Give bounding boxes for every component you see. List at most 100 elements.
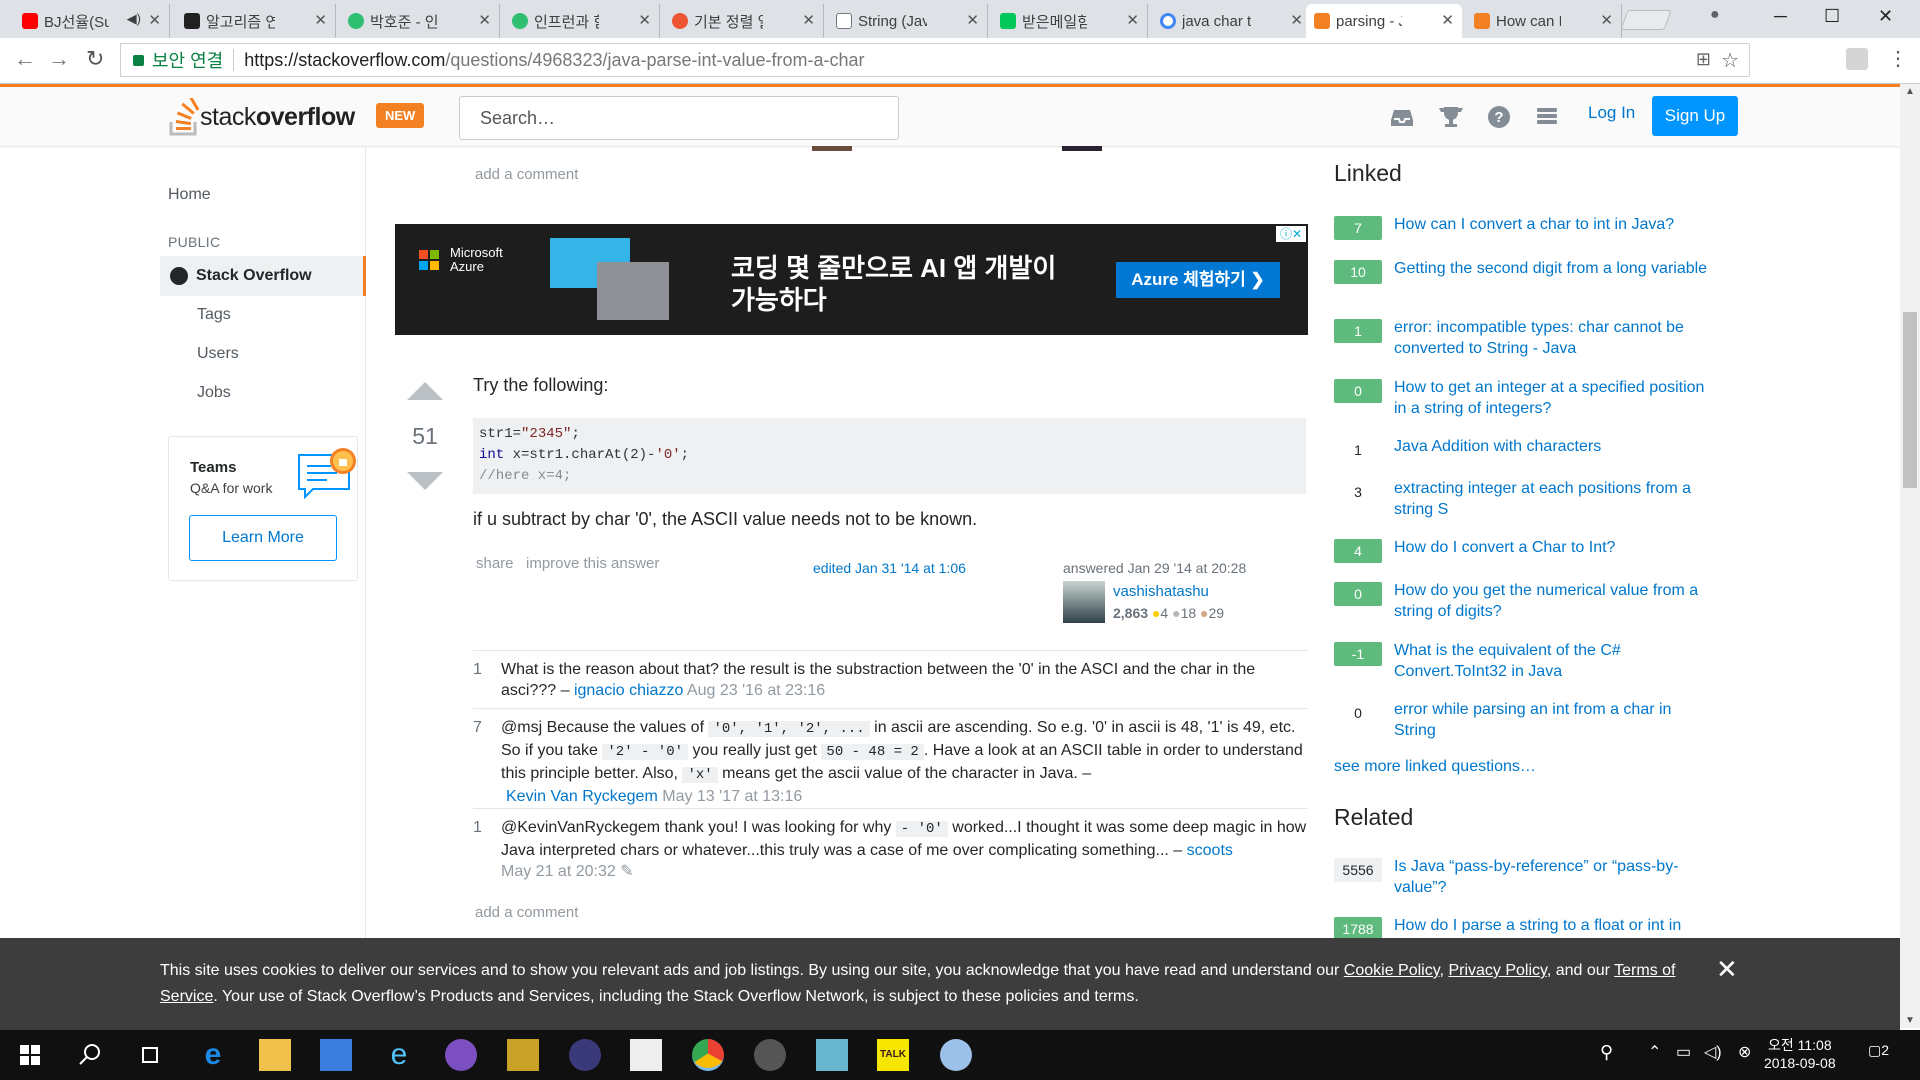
forward-icon[interactable]: → [48, 46, 70, 72]
notification-center[interactable]: ▢2 [1868, 1042, 1889, 1059]
linked-question-title[interactable]: How do I convert a Char to Int? [1394, 537, 1714, 558]
file-explorer-icon[interactable] [259, 1039, 291, 1071]
nav-home[interactable]: Home [168, 186, 211, 204]
adchoices-icon[interactable]: ⓘ✕ [1276, 226, 1306, 242]
linked-question-title[interactable]: extracting integer at each positions fro… [1394, 478, 1714, 520]
related-question-title[interactable]: Is Java “pass-by-reference” or “pass-by-… [1394, 856, 1714, 898]
minimize-button[interactable]: ─ [1774, 6, 1787, 27]
bookmark-star-icon[interactable]: ☆ [1721, 48, 1739, 73]
related-question-title[interactable]: How do I parse a string to a float or in… [1394, 915, 1714, 936]
tab-close-icon[interactable]: ✕ [1290, 11, 1303, 29]
tab-close-icon[interactable]: ✕ [1126, 11, 1139, 29]
comment-user-link[interactable]: Kevin Van Ryckegem [506, 788, 658, 805]
share-link[interactable]: share [476, 555, 514, 572]
nav-users[interactable]: Users [197, 345, 239, 363]
paint-icon[interactable] [940, 1039, 972, 1071]
upvote-button[interactable] [407, 382, 443, 400]
search-input[interactable]: Search… [459, 96, 899, 140]
related-question[interactable]: 5556 Is Java “pass-by-reference” or “pass… [1334, 856, 1714, 898]
linked-question-title[interactable]: What is the equivalent of the C# Convert… [1394, 640, 1714, 682]
see-more-linked-link[interactable]: see more linked questions… [1334, 758, 1536, 776]
comment-user-link[interactable]: ignacio chiazzo [574, 682, 683, 699]
mail-icon[interactable] [630, 1039, 662, 1071]
tab-close-icon[interactable]: ✕ [478, 11, 491, 29]
tab-close-icon[interactable]: ✕ [1600, 11, 1613, 29]
linked-question[interactable]: 0 error while parsing an int from a char … [1334, 699, 1714, 741]
chrome-icon[interactable] [692, 1039, 724, 1071]
browser-tab[interactable]: String (Java✕ [828, 4, 988, 38]
volume-icon[interactable]: ◁) [1704, 1042, 1722, 1062]
task-view-icon[interactable] [134, 1039, 166, 1071]
answer-author-link[interactable]: vashishatashu [1113, 583, 1209, 600]
windows-start-icon[interactable] [14, 1039, 46, 1071]
trophy-icon[interactable] [1437, 103, 1465, 131]
cookie-policy-link[interactable]: Cookie Policy [1344, 962, 1440, 979]
browser-tab[interactable]: java char to✕ [1152, 4, 1312, 38]
linked-question-title[interactable]: How to get an integer at a specified pos… [1394, 377, 1714, 419]
stackoverflow-logo[interactable]: stackoverflow [168, 95, 355, 139]
linked-question[interactable]: 0 How to get an integer at a specified po… [1334, 377, 1714, 419]
linked-question-title[interactable]: How can I convert a char to int in Java? [1394, 214, 1714, 235]
app-icon[interactable] [445, 1039, 477, 1071]
avatar[interactable] [1063, 581, 1105, 623]
maximize-button[interactable]: ☐ [1824, 6, 1840, 27]
inbox-icon[interactable] [1388, 103, 1416, 131]
downvote-button[interactable] [407, 472, 443, 490]
scrollbar-thumb[interactable] [1903, 312, 1917, 488]
browser-tab[interactable]: 알고리즘 연 ✕ [176, 4, 336, 38]
tab-close-icon[interactable]: ✕ [966, 11, 979, 29]
linked-question-title[interactable]: error while parsing an int from a char i… [1394, 699, 1714, 741]
signup-button[interactable]: Sign Up [1652, 96, 1738, 136]
linked-question-title[interactable]: Getting the second digit from a long var… [1394, 258, 1714, 279]
tab-close-icon[interactable]: ✕ [314, 11, 327, 29]
tab-close-icon[interactable]: ✕ [148, 11, 161, 29]
nav-stack-overflow[interactable]: Stack Overflow [160, 256, 366, 296]
people-icon[interactable]: ⚲ [1600, 1042, 1613, 1063]
internet-explorer-icon[interactable]: e [383, 1039, 415, 1071]
url-bar[interactable]: 보안 연결 https://stackoverflow.com/question… [120, 43, 1750, 77]
edge-icon[interactable]: e [197, 1039, 229, 1071]
app-icon[interactable] [507, 1039, 539, 1071]
back-icon[interactable]: ← [14, 46, 36, 72]
app-icon[interactable] [754, 1039, 786, 1071]
edited-link[interactable]: edited Jan 31 '14 at 1:06 [813, 560, 966, 576]
close-icon[interactable]: ✕ [1716, 956, 1738, 982]
nav-tags[interactable]: Tags [197, 306, 231, 324]
ad-cta-button[interactable]: Azure 체험하기 ❯ [1116, 262, 1280, 298]
tray-expand-icon[interactable]: ⌃ [1648, 1042, 1661, 1062]
close-window-button[interactable]: ✕ [1878, 6, 1893, 27]
eclipse-icon[interactable] [569, 1039, 601, 1071]
help-icon[interactable]: ? [1485, 103, 1513, 131]
new-badge[interactable]: NEW [376, 103, 425, 128]
linked-question-title[interactable]: Java Addition with characters [1394, 436, 1714, 457]
linked-question[interactable]: 1 Java Addition with characters [1334, 436, 1714, 458]
linked-question[interactable]: 0 How do you get the numerical value from… [1334, 580, 1714, 622]
network-icon[interactable]: ▭ [1676, 1042, 1691, 1062]
linked-question[interactable]: 1 error: incompatible types: char cannot … [1334, 317, 1714, 359]
improve-answer-link[interactable]: improve this answer [526, 555, 659, 572]
learn-more-button[interactable]: Learn More [189, 515, 337, 561]
login-link[interactable]: Log In [1588, 103, 1635, 123]
browser-tab-active[interactable]: parsing - Jav✕ [1306, 4, 1462, 38]
ime-icon[interactable]: ⊗ [1738, 1042, 1751, 1062]
profile-icon[interactable]: ● [1710, 6, 1720, 24]
browser-tab[interactable]: BJ선율(Su ◀) ✕ [14, 4, 170, 38]
new-tab-button[interactable] [1620, 10, 1672, 30]
linked-question[interactable]: 10 Getting the second digit from a long v… [1334, 258, 1714, 284]
scroll-up-icon[interactable]: ▲ [1905, 86, 1915, 97]
browser-tab[interactable]: 받은메일함(8✕ [992, 4, 1148, 38]
tab-close-icon[interactable]: ✕ [638, 11, 651, 29]
browser-tab[interactable]: 박호준 - 인프✕ [340, 4, 500, 38]
related-question[interactable]: 1788 How do I parse a string to a float o… [1334, 915, 1714, 941]
add-comment-link[interactable]: add a comment [475, 904, 578, 921]
page-scrollbar[interactable]: ▲ ▼ [1900, 84, 1920, 1028]
linked-question-title[interactable]: error: incompatible types: char cannot b… [1394, 317, 1714, 359]
nav-jobs[interactable]: Jobs [197, 384, 231, 402]
store-icon[interactable] [320, 1039, 352, 1071]
translate-icon[interactable]: ⊞ [1696, 49, 1711, 70]
browser-tab[interactable]: 기본 정렬 일✕ [664, 4, 824, 38]
scroll-down-icon[interactable]: ▼ [1905, 1015, 1915, 1026]
linked-question[interactable]: 7 How can I convert a char to int in Java… [1334, 214, 1714, 240]
tab-close-icon[interactable]: ✕ [1441, 11, 1454, 29]
speaker-icon[interactable]: ◀) [127, 11, 141, 27]
